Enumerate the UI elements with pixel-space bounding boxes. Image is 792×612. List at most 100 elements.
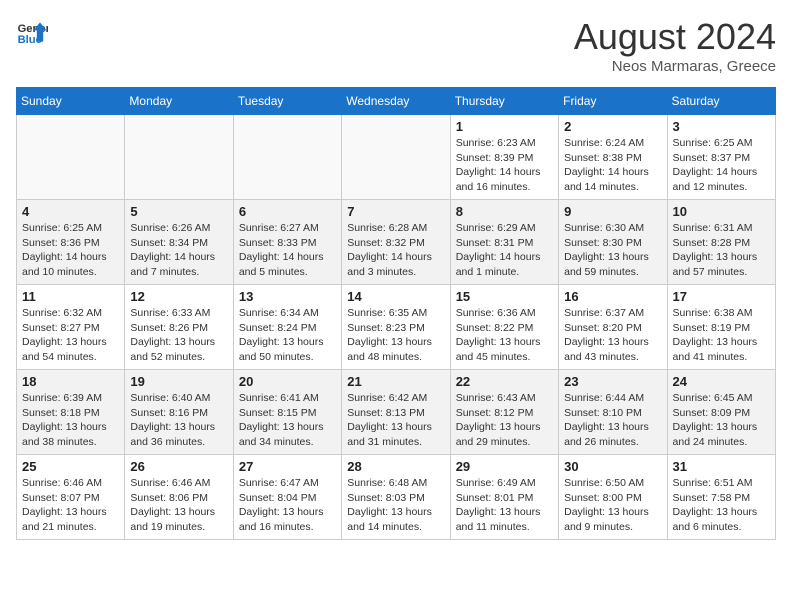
day-number: 9 [564,204,661,219]
calendar-cell [342,115,450,200]
day-number: 30 [564,459,661,474]
day-info: Sunrise: 6:50 AMSunset: 8:00 PMDaylight:… [564,476,661,535]
day-info: Sunrise: 6:26 AMSunset: 8:34 PMDaylight:… [130,221,227,280]
day-number: 8 [456,204,553,219]
day-number: 1 [456,119,553,134]
day-info: Sunrise: 6:43 AMSunset: 8:12 PMDaylight:… [456,391,553,450]
day-number: 4 [22,204,119,219]
calendar-cell: 9Sunrise: 6:30 AMSunset: 8:30 PMDaylight… [559,200,667,285]
calendar-cell: 11 Sunrise: 6:32 AMSunset: 8:27 PMDayligh… [17,285,125,370]
day-number: 11 [22,289,119,304]
day-info: Sunrise: 6:47 AMSunset: 8:04 PMDaylight:… [239,476,336,535]
day-number: 5 [130,204,227,219]
month-year: August 2024 [574,16,776,58]
day-info: Sunrise: 6:27 AMSunset: 8:33 PMDaylight:… [239,221,336,280]
day-number: 10 [673,204,770,219]
day-info: Sunrise: 6:32 AMSunset: 8:27 PMDaylight:… [22,306,119,365]
day-number: 16 [564,289,661,304]
day-number: 15 [456,289,553,304]
day-info: Sunrise: 6:40 AMSunset: 8:16 PMDaylight:… [130,391,227,450]
logo-icon: General Blue [16,16,48,48]
col-header-friday: Friday [559,88,667,115]
day-info: Sunrise: 6:29 AMSunset: 8:31 PMDaylight:… [456,221,553,280]
calendar-cell: 20Sunrise: 6:41 AMSunset: 8:15 PMDayligh… [233,370,341,455]
day-number: 19 [130,374,227,389]
calendar-cell: 12 Sunrise: 6:33 AMSunset: 8:26 PMDayligh… [125,285,233,370]
calendar-cell: 7 Sunrise: 6:28 AMSunset: 8:32 PMDaylight… [342,200,450,285]
calendar-cell [17,115,125,200]
calendar-cell: 16 Sunrise: 6:37 AMSunset: 8:20 PMDayligh… [559,285,667,370]
day-number: 21 [347,374,444,389]
calendar-cell: 13Sunrise: 6:34 AMSunset: 8:24 PMDayligh… [233,285,341,370]
day-info: Sunrise: 6:23 AMSunset: 8:39 PMDaylight:… [456,136,553,195]
calendar-cell: 21 Sunrise: 6:42 AMSunset: 8:13 PMDayligh… [342,370,450,455]
week-row: 4 Sunrise: 6:25 AMSunset: 8:36 PMDaylight… [17,200,776,285]
title-block: August 2024 Neos Marmaras, Greece [574,16,776,75]
day-info: Sunrise: 6:24 AMSunset: 8:38 PMDaylight:… [564,136,661,195]
calendar-cell: 10 Sunrise: 6:31 AMSunset: 8:28 PMDayligh… [667,200,775,285]
calendar-cell: 23 Sunrise: 6:44 AMSunset: 8:10 PMDayligh… [559,370,667,455]
calendar-cell: 5 Sunrise: 6:26 AMSunset: 8:34 PMDaylight… [125,200,233,285]
calendar-cell: 31 Sunrise: 6:51 AMSunset: 7:58 PMDayligh… [667,455,775,540]
location: Neos Marmaras, Greece [574,58,776,75]
calendar-cell: 17 Sunrise: 6:38 AMSunset: 8:19 PMDayligh… [667,285,775,370]
calendar-cell: 27 Sunrise: 6:47 AMSunset: 8:04 PMDayligh… [233,455,341,540]
day-number: 2 [564,119,661,134]
logo: General Blue [16,16,48,48]
day-info: Sunrise: 6:45 AMSunset: 8:09 PMDaylight:… [673,391,770,450]
calendar-cell: 28Sunrise: 6:48 AMSunset: 8:03 PMDayligh… [342,455,450,540]
calendar-cell: 18 Sunrise: 6:39 AMSunset: 8:18 PMDayligh… [17,370,125,455]
day-info: Sunrise: 6:33 AMSunset: 8:26 PMDaylight:… [130,306,227,365]
days-header-row: SundayMondayTuesdayWednesdayThursdayFrid… [17,88,776,115]
calendar-cell: 3Sunrise: 6:25 AMSunset: 8:37 PMDaylight… [667,115,775,200]
calendar-table: SundayMondayTuesdayWednesdayThursdayFrid… [16,87,776,540]
day-info: Sunrise: 6:31 AMSunset: 8:28 PMDaylight:… [673,221,770,280]
day-info: Sunrise: 6:36 AMSunset: 8:22 PMDaylight:… [456,306,553,365]
day-number: 20 [239,374,336,389]
day-info: Sunrise: 6:25 AMSunset: 8:36 PMDaylight:… [22,221,119,280]
calendar-cell: 4 Sunrise: 6:25 AMSunset: 8:36 PMDaylight… [17,200,125,285]
day-info: Sunrise: 6:37 AMSunset: 8:20 PMDaylight:… [564,306,661,365]
day-number: 31 [673,459,770,474]
col-header-wednesday: Wednesday [342,88,450,115]
day-info: Sunrise: 6:35 AMSunset: 8:23 PMDaylight:… [347,306,444,365]
day-number: 26 [130,459,227,474]
day-info: Sunrise: 6:28 AMSunset: 8:32 PMDaylight:… [347,221,444,280]
day-info: Sunrise: 6:39 AMSunset: 8:18 PMDaylight:… [22,391,119,450]
col-header-sunday: Sunday [17,88,125,115]
calendar-cell: 30 Sunrise: 6:50 AMSunset: 8:00 PMDayligh… [559,455,667,540]
week-row: 25Sunrise: 6:46 AMSunset: 8:07 PMDayligh… [17,455,776,540]
day-number: 25 [22,459,119,474]
calendar-cell: 22 Sunrise: 6:43 AMSunset: 8:12 PMDayligh… [450,370,558,455]
day-number: 28 [347,459,444,474]
week-row: 18 Sunrise: 6:39 AMSunset: 8:18 PMDayligh… [17,370,776,455]
day-number: 7 [347,204,444,219]
calendar-cell: 1 Sunrise: 6:23 AMSunset: 8:39 PMDaylight… [450,115,558,200]
day-info: Sunrise: 6:44 AMSunset: 8:10 PMDaylight:… [564,391,661,450]
day-info: Sunrise: 6:42 AMSunset: 8:13 PMDaylight:… [347,391,444,450]
day-number: 12 [130,289,227,304]
col-header-tuesday: Tuesday [233,88,341,115]
day-number: 17 [673,289,770,304]
day-info: Sunrise: 6:25 AMSunset: 8:37 PMDaylight:… [673,136,770,195]
day-number: 24 [673,374,770,389]
calendar-cell: 26Sunrise: 6:46 AMSunset: 8:06 PMDayligh… [125,455,233,540]
day-number: 6 [239,204,336,219]
day-number: 27 [239,459,336,474]
calendar-cell: 14Sunrise: 6:35 AMSunset: 8:23 PMDayligh… [342,285,450,370]
day-number: 22 [456,374,553,389]
calendar-cell: 19 Sunrise: 6:40 AMSunset: 8:16 PMDayligh… [125,370,233,455]
calendar-cell: 8 Sunrise: 6:29 AMSunset: 8:31 PMDaylight… [450,200,558,285]
calendar-cell: 24 Sunrise: 6:45 AMSunset: 8:09 PMDayligh… [667,370,775,455]
col-header-thursday: Thursday [450,88,558,115]
day-number: 23 [564,374,661,389]
col-header-monday: Monday [125,88,233,115]
day-info: Sunrise: 6:51 AMSunset: 7:58 PMDaylight:… [673,476,770,535]
calendar-cell: 15 Sunrise: 6:36 AMSunset: 8:22 PMDayligh… [450,285,558,370]
calendar-cell [125,115,233,200]
day-number: 18 [22,374,119,389]
calendar-cell [233,115,341,200]
day-info: Sunrise: 6:38 AMSunset: 8:19 PMDaylight:… [673,306,770,365]
calendar-cell: 29Sunrise: 6:49 AMSunset: 8:01 PMDayligh… [450,455,558,540]
day-info: Sunrise: 6:49 AMSunset: 8:01 PMDaylight:… [456,476,553,535]
